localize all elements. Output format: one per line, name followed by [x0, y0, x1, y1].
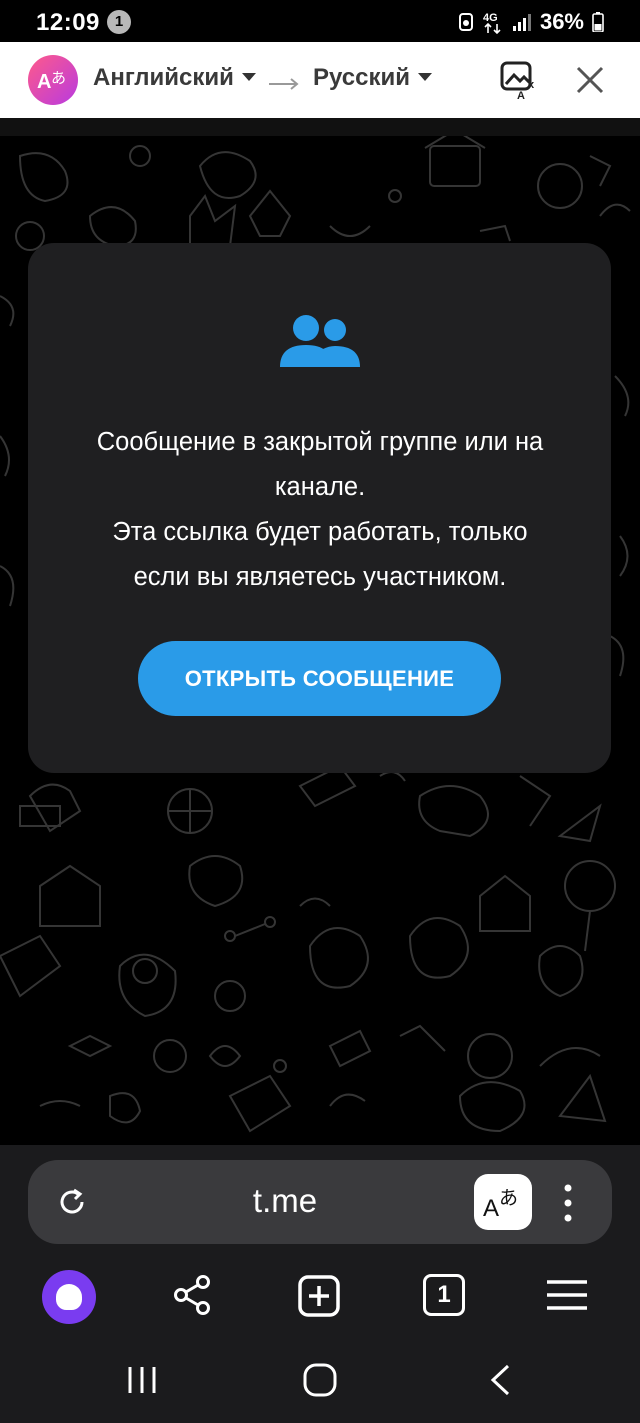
back-icon[interactable] [488, 1363, 512, 1397]
storage-icon [458, 13, 473, 31]
svg-text:あ: あ [51, 69, 66, 87]
card-line-3: Эта ссылка будет работать, только [112, 518, 528, 546]
card-message: Сообщение в закрытой группе или на канал… [40, 420, 600, 600]
svg-text:4G: 4G [483, 12, 498, 24]
network-4g-icon: 4G [483, 12, 501, 34]
hamburger-menu-icon[interactable] [545, 1279, 589, 1311]
battery-percent: 36% [539, 9, 584, 34]
arrow-right-icon [269, 78, 299, 90]
translate-page-button[interactable]: A あ [474, 1174, 532, 1230]
home-icon[interactable] [302, 1362, 338, 1398]
image-translate-icon[interactable]: x A [499, 60, 541, 100]
source-language-select[interactable]: Английский [93, 64, 256, 92]
progress-strip [0, 118, 640, 136]
tabs-button[interactable]: 1 [423, 1274, 465, 1316]
alice-button[interactable] [42, 1270, 96, 1324]
signal-icon [512, 14, 531, 31]
notification-count-badge: 1 [107, 10, 131, 34]
translate-page-icon: A あ [483, 1187, 518, 1222]
share-icon[interactable] [172, 1274, 214, 1316]
battery-icon [592, 12, 604, 32]
translate-bar: A あ Английский Русский x A [0, 42, 640, 118]
svg-text:A: A [517, 90, 525, 100]
svg-text:x: x [528, 79, 535, 91]
translate-logo-icon: A あ [28, 55, 78, 105]
card-line-4: если вы являетесь участником. [133, 563, 507, 591]
target-language-select[interactable]: Русский [313, 64, 432, 92]
open-message-button[interactable]: ОТКРЫТЬ СООБЩЕНИЕ [138, 641, 501, 716]
chevron-down-icon [241, 72, 256, 81]
card-line-1: Сообщение в закрытой группе или на [96, 428, 544, 456]
recent-apps-icon[interactable] [126, 1365, 158, 1395]
new-tab-icon[interactable] [297, 1274, 341, 1318]
chevron-down-icon [417, 72, 432, 81]
svg-text:A: A [483, 1195, 499, 1222]
source-language-label: Английский [93, 64, 234, 91]
group-icon [280, 315, 360, 367]
alice-icon [56, 1284, 82, 1310]
url-text[interactable]: t.me [190, 1182, 380, 1220]
tabs-count: 1 [437, 1281, 451, 1308]
card-line-2: канале. [274, 473, 366, 501]
svg-text:あ: あ [499, 1187, 518, 1209]
close-icon[interactable] [575, 65, 605, 95]
status-indicators: 4G 36% [458, 8, 604, 36]
reload-icon[interactable] [57, 1187, 87, 1217]
more-menu-icon[interactable] [560, 1184, 576, 1222]
svg-text:A: A [37, 71, 51, 93]
status-time: 12:09 [36, 9, 100, 36]
target-language-label: Русский [313, 64, 410, 91]
status-bar: 12:09 1 4G 36% [0, 0, 640, 42]
